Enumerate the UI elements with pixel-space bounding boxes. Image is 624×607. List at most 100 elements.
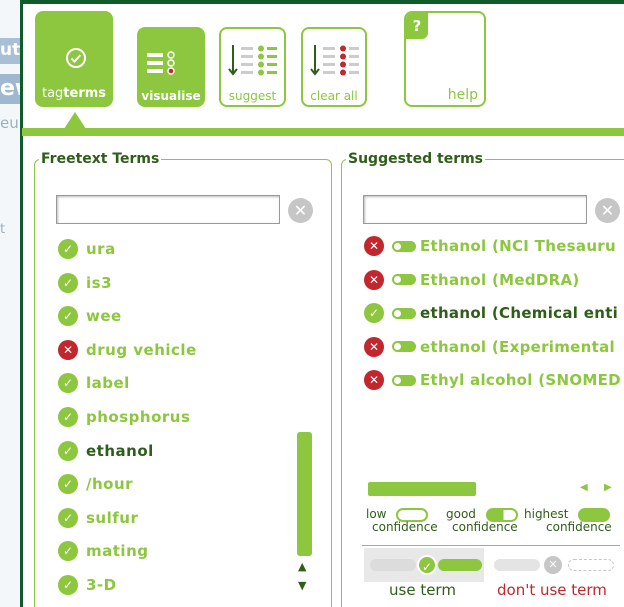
term-label: ura	[86, 240, 116, 258]
term-label: Ethanol (MedDRA)	[420, 270, 580, 289]
term-label: ethanol (Experimental	[420, 337, 615, 356]
good-confidence-legend: good confidence	[446, 508, 518, 534]
clear-all-button[interactable]: clear all	[301, 27, 367, 107]
scroll-right-arrow-icon[interactable]: ▶	[604, 482, 612, 493]
suggested-term-item[interactable]: ✕ Ethyl alcohol (SNOMED	[364, 369, 621, 391]
accept-check-icon[interactable]: ✓	[58, 507, 78, 528]
freetext-term-item[interactable]: ✓ phosphorus	[58, 406, 190, 428]
tagterms-button[interactable]: tagterms	[35, 11, 113, 107]
dont-use-term-label: don't use term	[497, 581, 607, 599]
suggest-label: suggest	[228, 89, 277, 103]
legend-low-label-2: confidence	[372, 520, 438, 534]
use-term-label: use term	[389, 581, 456, 599]
clear-list-icon	[310, 45, 359, 76]
help-button[interactable]: ? help	[404, 11, 486, 107]
freetext-term-item[interactable]: ✓ wee	[58, 305, 122, 327]
dialog-top-border	[20, 0, 624, 4]
background-tab: ew	[0, 74, 22, 104]
visualise-list-icon	[147, 51, 175, 75]
accept-check-icon[interactable]: ✓	[58, 306, 78, 327]
confidence-toggle-icon	[392, 341, 416, 352]
reject-x-icon[interactable]: ✕	[364, 269, 384, 290]
reject-x-icon[interactable]: ✕	[58, 339, 78, 360]
term-label: mating	[86, 542, 149, 561]
freetext-term-item[interactable]: ✓ ura	[58, 238, 116, 260]
term-label: wee	[86, 307, 122, 326]
dont-use-term-track	[494, 559, 540, 571]
term-label: ethanol	[86, 441, 154, 460]
use-term-track	[370, 559, 416, 571]
term-label: 3-D	[86, 576, 117, 594]
dont-use-term-empty	[568, 559, 614, 571]
accept-check-icon[interactable]: ✓	[58, 239, 78, 259]
legend-high-label-2: confidence	[546, 520, 612, 534]
scroll-left-arrow-icon[interactable]: ◀	[580, 482, 588, 493]
freetext-term-item[interactable]: ✓ label	[58, 372, 130, 394]
suggested-term-item[interactable]: ✕ ethanol (Experimental	[364, 336, 615, 358]
suggest-list-icon	[228, 45, 277, 76]
reject-x-icon[interactable]: ✕	[364, 370, 384, 390]
freetext-term-item[interactable]: ✓ sulfur	[58, 507, 138, 529]
freetext-term-item[interactable]: ✕ drug vehicle	[58, 339, 197, 361]
reject-x-icon[interactable]: ✕	[364, 236, 384, 256]
legend-divider	[362, 545, 620, 546]
suggested-term-item[interactable]: ✕ Ethanol (NCI Thesauru	[364, 235, 616, 257]
dont-use-term-x-icon: ✕	[544, 556, 562, 574]
accept-check-icon[interactable]: ✓	[364, 303, 384, 323]
confidence-toggle-icon	[392, 374, 416, 386]
term-label: ethanol (Chemical enti	[420, 304, 619, 322]
reject-x-icon[interactable]: ✕	[364, 336, 384, 357]
high-confidence-legend: highest confidence	[524, 508, 612, 534]
scroll-up-arrow-icon[interactable]: ▲	[298, 560, 306, 573]
freetext-terms-heading: Freetext Terms	[39, 151, 162, 167]
toolbar-divider	[22, 128, 624, 136]
term-label: Ethyl alcohol (SNOMED	[420, 371, 621, 389]
term-label: label	[86, 374, 130, 393]
suggest-button[interactable]: suggest	[219, 27, 286, 107]
background-text: t	[0, 222, 6, 237]
term-label: phosphorus	[86, 408, 191, 426]
freetext-clear-icon[interactable]: ✕	[288, 198, 313, 223]
suggested-horizontal-scrollbar[interactable]	[368, 482, 476, 496]
low-confidence-legend: low confidence	[366, 508, 438, 534]
accept-check-icon[interactable]: ✓	[58, 272, 78, 293]
freetext-term-item[interactable]: ✓ is3	[58, 272, 112, 294]
accept-check-icon[interactable]: ✓	[58, 407, 78, 427]
term-label: Ethanol (NCI Thesauru	[420, 237, 616, 255]
confidence-toggle-icon	[392, 307, 416, 319]
freetext-search-input[interactable]	[56, 195, 280, 224]
tag-check-icon	[66, 48, 86, 68]
use-term-fill	[438, 559, 482, 571]
suggested-term-item[interactable]: ✕ Ethanol (MedDRA)	[364, 269, 580, 291]
confidence-toggle-icon	[392, 274, 416, 285]
help-label: help	[447, 87, 478, 103]
background-tab: uti	[0, 38, 22, 64]
accept-check-icon[interactable]: ✓	[58, 474, 78, 495]
suggested-terms-heading: Suggested terms	[346, 151, 486, 167]
confidence-toggle-icon	[392, 240, 416, 252]
suggested-search-input[interactable]	[363, 195, 587, 224]
clear-all-label: clear all	[310, 89, 358, 103]
visualise-button[interactable]: visualise	[137, 27, 205, 107]
term-label: drug vehicle	[86, 340, 197, 359]
accept-check-icon[interactable]: ✓	[58, 373, 78, 394]
freetext-term-item[interactable]: ✓ 3-D	[58, 574, 117, 596]
term-label: is3	[86, 273, 113, 292]
tagterms-label: tagterms	[41, 86, 107, 101]
suggested-term-item[interactable]: ✓ ethanol (Chemical enti	[364, 302, 618, 324]
term-label: sulfur	[86, 508, 139, 527]
freetext-term-item[interactable]: ✓ mating	[58, 540, 148, 562]
accept-check-icon[interactable]: ✓	[58, 575, 78, 595]
accept-check-icon[interactable]: ✓	[58, 541, 78, 562]
background-text: euk	[0, 114, 22, 132]
use-term-check-icon: ✓	[417, 555, 437, 575]
accept-check-icon[interactable]: ✓	[58, 440, 78, 461]
freetext-term-item[interactable]: ✓ ethanol	[58, 440, 154, 462]
scroll-down-arrow-icon[interactable]: ▼	[298, 579, 306, 592]
suggested-clear-icon[interactable]: ✕	[595, 198, 620, 223]
freetext-scrollbar-thumb[interactable]	[297, 432, 312, 556]
active-tool-pointer	[64, 112, 86, 129]
question-icon: ?	[406, 13, 428, 39]
legend-good-label-2: confidence	[452, 520, 518, 534]
freetext-term-item[interactable]: ✓ /hour	[58, 473, 133, 495]
